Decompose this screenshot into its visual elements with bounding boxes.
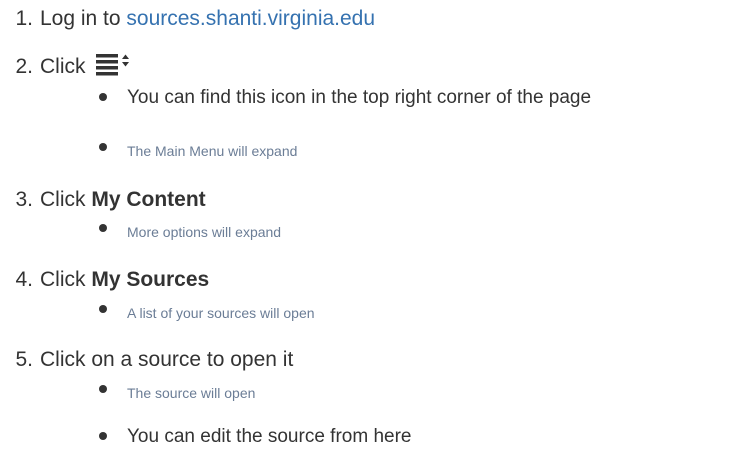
step-text: Click [40,55,86,78]
bullet-icon [99,432,107,440]
step-4: 4. Click My Sources [0,268,209,292]
step-text: Click [40,268,92,291]
list-item: You can edit the source from here [99,426,411,448]
step-number: 4. [15,268,33,291]
step-2: 2. Click [0,52,131,79]
menu-item-name: My Sources [91,268,210,291]
step-number: 2. [15,55,33,78]
bullet-icon [99,224,107,232]
list-item: The Main Menu will expand [99,142,297,160]
step-number: 5. [15,348,33,371]
list-item: A list of your sources will open [99,304,315,322]
bullet-icon [99,143,107,151]
list-item: You can find this icon in the top right … [99,87,591,109]
main-menu-icon [95,52,131,76]
step-5: 5. Click on a source to open it [0,348,293,372]
step-1: 1. Log in to sources.shanti.virginia.edu [0,7,375,31]
step-text: Click on a source to open it [40,348,294,371]
step-number: 1. [15,7,33,30]
sources-site-link[interactable]: sources.shanti.virginia.edu [126,7,375,30]
bullet-icon [99,385,107,393]
step-text: Log in to [40,7,127,30]
bullet-icon [99,93,107,101]
menu-item-name: My Content [91,188,206,211]
bullet-icon [99,305,107,313]
list-item: The source will open [99,384,255,402]
step-text: Click [40,188,92,211]
step-3: 3. Click My Content [0,188,206,212]
list-item: More options will expand [99,223,281,241]
step-number: 3. [15,188,33,211]
